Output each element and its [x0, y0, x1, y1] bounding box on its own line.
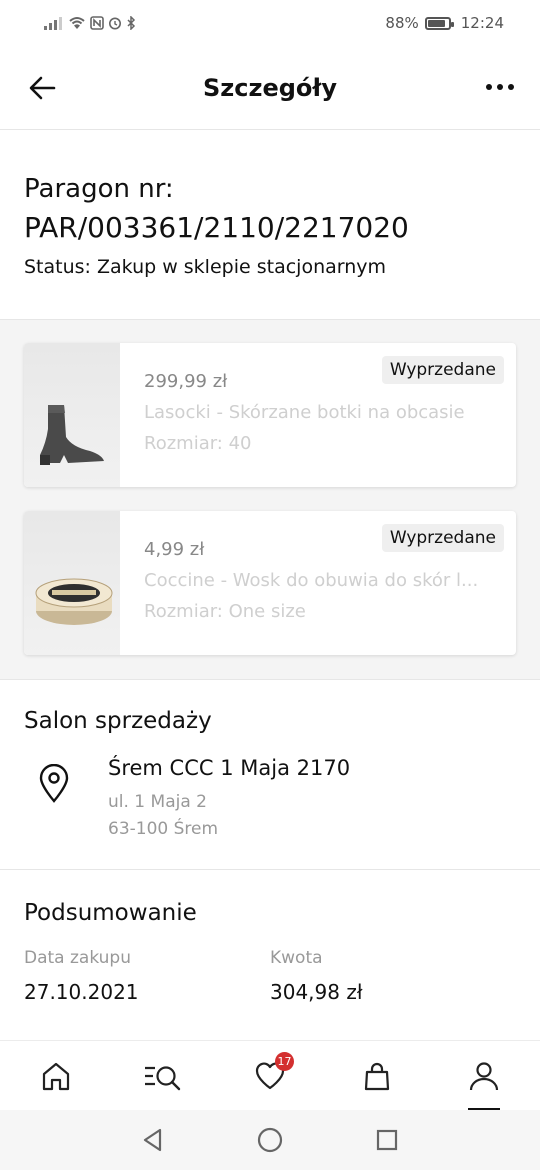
nav-search[interactable]: [141, 1054, 185, 1098]
battery-icon: [424, 16, 454, 30]
summary-section: Podsumowanie Data zakupu 27.10.2021 Kwot…: [0, 870, 540, 1040]
alarm-icon: [109, 17, 121, 30]
signal-icon: [44, 17, 62, 30]
product-name: Lasocki - Skórzane botki na obcasie: [144, 402, 465, 423]
more-options-button[interactable]: [480, 72, 520, 102]
purchase-amount: Kwota 304,98 zł: [270, 948, 363, 1004]
purchase-amount-label: Kwota: [270, 948, 323, 968]
clock: 12:24: [460, 14, 504, 32]
sold-out-badge: Wyprzedane: [381, 356, 504, 384]
store-name: Śrem CCC 1 Maja 2170: [108, 756, 351, 780]
home-circle-icon[interactable]: [256, 1126, 284, 1154]
ankle-boot-image: [40, 405, 104, 465]
system-navigation-bar: [0, 1110, 540, 1170]
back-button[interactable]: [24, 68, 64, 108]
receipt-info: Paragon nr: PAR/003361/2110/2217020 Stat…: [0, 130, 540, 320]
more-dot: [497, 84, 503, 90]
shoe-wax-tin-image: [35, 578, 113, 625]
bag-icon: [364, 1062, 390, 1090]
store-section: Salon sprzedaży Śrem CCC 1 Maja 2170 ul.…: [0, 680, 540, 870]
product-image: [24, 343, 120, 487]
page-title: Szczegóły: [203, 73, 337, 102]
purchase-date-label: Data zakupu: [24, 948, 131, 968]
nav-cart[interactable]: [355, 1054, 399, 1098]
store-address-city: 63-100 Śrem: [108, 819, 219, 839]
product-list: 299,99 zł Lasocki - Skórzane botki na ob…: [0, 320, 540, 680]
arrow-left-icon: [29, 76, 56, 100]
bluetooth-icon: [127, 16, 136, 30]
purchase-date: Data zakupu 27.10.2021: [24, 948, 139, 1004]
receipt-number: PAR/003361/2110/2217020: [24, 211, 409, 244]
recents-square-icon[interactable]: [374, 1127, 400, 1153]
favorites-count-badge: 17: [275, 1051, 294, 1071]
status-icons-right: 88% 12:24: [385, 14, 504, 32]
profile-icon: [469, 1061, 499, 1090]
search-list-icon: [145, 1065, 181, 1090]
nfc-icon: [90, 16, 104, 30]
more-dot: [508, 84, 514, 90]
product-image: [24, 511, 120, 655]
status-bar: 88% 12:24: [0, 0, 540, 46]
more-dots-icon: [486, 84, 492, 90]
store-address-street: ul. 1 Maja 2: [108, 792, 207, 812]
sold-out-badge: Wyprzedane: [381, 524, 504, 552]
product-card[interactable]: 4,99 zł Coccine - Wosk do obuwia do skór…: [24, 511, 516, 655]
battery-percent: 88%: [385, 14, 419, 32]
product-size: Rozmiar: One size: [144, 601, 306, 622]
back-triangle-icon[interactable]: [140, 1127, 166, 1153]
wifi-icon: [69, 17, 85, 29]
product-size: Rozmiar: 40: [144, 433, 252, 454]
summary-section-title: Podsumowanie: [24, 900, 197, 926]
home-icon: [42, 1062, 70, 1090]
product-card[interactable]: 299,99 zł Lasocki - Skórzane botki na ob…: [24, 343, 516, 487]
top-app-bar: Szczegóły: [0, 46, 540, 130]
nav-home[interactable]: [34, 1054, 78, 1098]
receipt-status: Status: Zakup w sklepie stacjonarnym: [24, 256, 387, 278]
store-section-title: Salon sprzedaży: [24, 708, 212, 734]
location-pin-icon: [36, 763, 72, 804]
product-name: Coccine - Wosk do obuwia do skór l...: [144, 570, 479, 591]
receipt-label: Paragon nr:: [24, 174, 174, 204]
purchase-date-value: 27.10.2021: [24, 980, 139, 1004]
nav-profile[interactable]: [462, 1054, 506, 1110]
bottom-navigation: 17: [0, 1040, 540, 1110]
nav-favorites[interactable]: 17: [248, 1051, 294, 1098]
purchase-amount-value: 304,98 zł: [270, 980, 363, 1004]
status-icons-left: [44, 16, 136, 30]
